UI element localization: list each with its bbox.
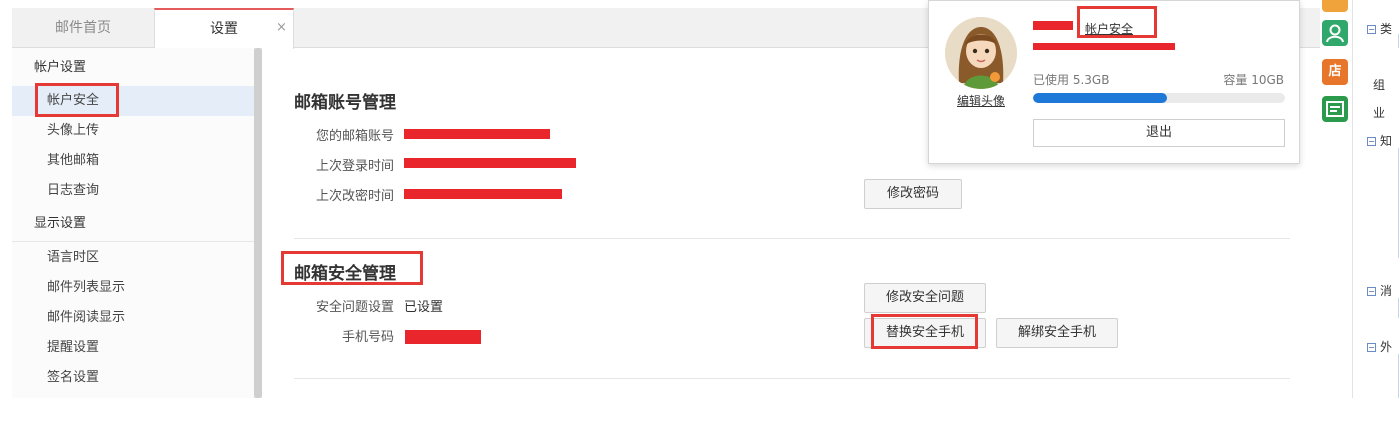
redacted-value bbox=[404, 158, 576, 168]
tree-node[interactable]: − 类 bbox=[1367, 20, 1392, 37]
change-password-button[interactable]: 修改密码 bbox=[864, 179, 962, 209]
section-divider bbox=[294, 238, 1290, 239]
redacted-value bbox=[404, 129, 550, 139]
highlight-box bbox=[871, 314, 978, 349]
redacted-email bbox=[1033, 43, 1175, 50]
redacted-username bbox=[1033, 21, 1073, 30]
section-divider bbox=[294, 378, 1290, 379]
security-question-label: 安全问题设置 bbox=[315, 300, 394, 315]
security-question-value: 已设置 bbox=[404, 300, 444, 315]
notification-icon[interactable] bbox=[1322, 0, 1348, 12]
account-popup: 编辑头像 帐户安全 已使用 5.3GB 容量 10GB 退出 bbox=[928, 0, 1300, 164]
tree-node[interactable]: − 消 bbox=[1367, 282, 1392, 299]
storage-capacity: 容量 10GB bbox=[1223, 73, 1284, 87]
storage-progress-fill bbox=[1033, 93, 1167, 103]
last-login-label: 上次登录时间 bbox=[315, 159, 394, 174]
change-security-question-button[interactable]: 修改安全问题 bbox=[864, 283, 986, 313]
sidebar-item-other-mailbox[interactable]: 其他邮箱 bbox=[12, 146, 255, 176]
edit-avatar-link[interactable]: 编辑头像 bbox=[929, 92, 1033, 109]
account-section-title: 邮箱账号管理 bbox=[294, 93, 396, 113]
phone-label: 手机号码 bbox=[341, 330, 394, 345]
logout-button[interactable]: 退出 bbox=[1033, 119, 1285, 147]
tab-settings[interactable]: 设置 bbox=[154, 8, 294, 49]
sidebar-item-list-display[interactable]: 邮件列表显示 bbox=[12, 273, 255, 303]
sidebar-item-avatar-upload[interactable]: 头像上传 bbox=[12, 116, 255, 146]
card-icon-glyph bbox=[1326, 101, 1344, 117]
tree-node[interactable]: 组 bbox=[1373, 76, 1385, 93]
sidebar-item-language-timezone[interactable]: 语言时区 bbox=[12, 243, 255, 273]
tree-node[interactable]: 业 bbox=[1373, 104, 1385, 121]
highlight-box bbox=[1077, 6, 1157, 38]
tree-line bbox=[1398, 298, 1399, 318]
tree-line bbox=[1398, 34, 1399, 48]
highlight-box bbox=[281, 251, 423, 285]
sidebar-item-log-query[interactable]: 日志查询 bbox=[12, 176, 255, 206]
tab-mail-home[interactable]: 邮件首页 bbox=[12, 8, 154, 48]
sidebar-item-reminders[interactable]: 提醒设置 bbox=[12, 333, 255, 363]
avatar[interactable] bbox=[945, 17, 1017, 89]
collapse-icon[interactable]: − bbox=[1367, 287, 1376, 296]
storage-used: 已使用 5.3GB bbox=[1033, 73, 1110, 87]
tree-line bbox=[1398, 354, 1399, 398]
sidebar-group-account: 帐户设置 bbox=[34, 60, 87, 75]
sidebar-item-signature[interactable]: 签名设置 bbox=[12, 363, 255, 393]
contacts-icon-glyph bbox=[1326, 24, 1344, 43]
unbind-security-phone-button[interactable]: 解绑安全手机 bbox=[996, 318, 1118, 348]
scrollbar-thumb[interactable] bbox=[254, 48, 262, 398]
storage-progress-bar bbox=[1033, 93, 1285, 103]
last-password-change-label: 上次改密时间 bbox=[315, 189, 394, 204]
tree-node[interactable]: − 知 bbox=[1367, 132, 1392, 149]
tree-line bbox=[1398, 148, 1399, 258]
sidebar-scrollbar[interactable] bbox=[254, 48, 262, 398]
mail-account-label: 您的邮箱账号 bbox=[315, 129, 394, 144]
tab-close-icon[interactable]: × bbox=[276, 20, 287, 36]
avatar-image bbox=[945, 17, 1017, 89]
highlight-box bbox=[35, 83, 119, 117]
tree-node[interactable]: − 外 bbox=[1367, 338, 1392, 355]
collapse-icon[interactable]: − bbox=[1367, 25, 1376, 34]
sidebar-item-read-display[interactable]: 邮件阅读显示 bbox=[12, 303, 255, 333]
collapse-icon[interactable]: − bbox=[1367, 343, 1376, 352]
sidebar-group-display: 显示设置 bbox=[12, 206, 255, 242]
redacted-phone bbox=[405, 330, 481, 344]
collapse-icon[interactable]: − bbox=[1367, 137, 1376, 146]
right-tree-panel: − 类 组 业 − 知 − 消 − 外 bbox=[1352, 0, 1400, 398]
store-icon[interactable]: 店 bbox=[1322, 59, 1348, 85]
contacts-icon[interactable] bbox=[1322, 20, 1348, 46]
card-icon[interactable] bbox=[1322, 96, 1348, 122]
redacted-value bbox=[404, 189, 562, 199]
